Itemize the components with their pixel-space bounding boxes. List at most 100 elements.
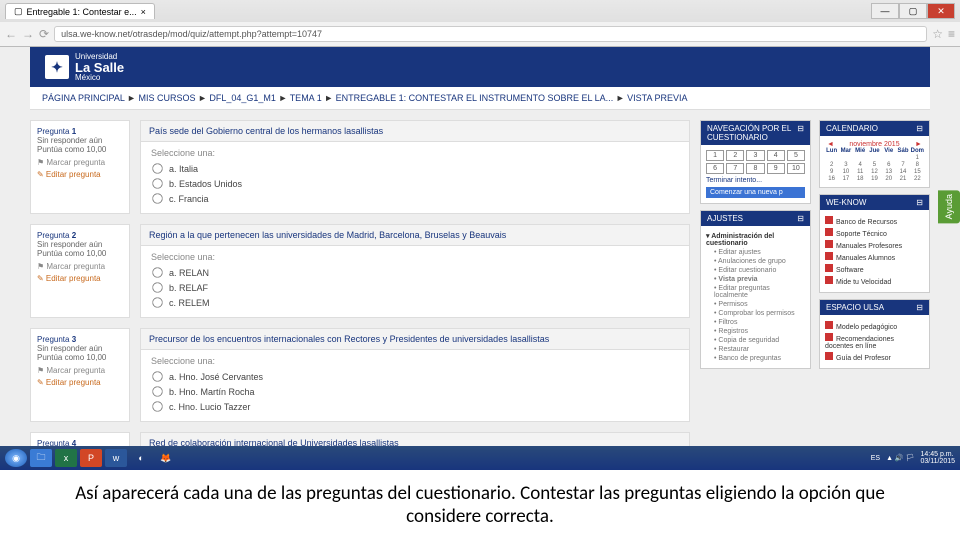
weknow-link[interactable]: Manuales Alumnos [825,251,924,263]
browser-tab[interactable]: ▢ Entregable 1: Contestar e... × [5,3,155,19]
cal-day[interactable]: 13 [882,169,895,175]
collapse-icon[interactable]: ⊟ [797,214,804,223]
settings-item[interactable]: • Vista previa [706,275,805,284]
collapse-icon[interactable]: ⊟ [797,124,804,142]
explorer-icon[interactable]: 🗀 [30,449,52,467]
cal-day[interactable]: 2 [825,162,838,168]
radio-input[interactable] [152,386,162,396]
radio-input[interactable] [152,297,162,307]
finish-attempt-link[interactable]: Terminar intento... [706,177,805,184]
quiz-nav-num[interactable]: 8 [746,163,764,174]
answer-option[interactable]: a. RELAN [151,266,679,279]
taskbar-lang[interactable]: ES [871,455,880,462]
edit-question[interactable]: ✎ Editar pregunta [37,170,123,179]
cal-day[interactable]: 12 [868,169,881,175]
cal-day[interactable]: 8 [911,162,924,168]
start-button[interactable]: ◉ [5,449,27,467]
answer-option[interactable]: a. Hno. José Cervantes [151,370,679,383]
answer-option[interactable]: c. RELEM [151,296,679,309]
cal-day[interactable]: 3 [839,162,852,168]
quiz-nav-num[interactable]: 5 [787,150,805,161]
answer-option[interactable]: b. RELAF [151,281,679,294]
crumb[interactable]: TEMA 1 [290,93,322,103]
edit-question[interactable]: ✎ Editar pregunta [37,378,123,387]
flag-question[interactable]: ⚑ Marcar pregunta [37,262,123,271]
minimize-button[interactable]: — [871,3,899,19]
cal-next[interactable]: ► [915,141,922,148]
espacio-link[interactable]: Recomendaciones docentes en líne [825,332,924,351]
cal-day[interactable]: 10 [839,169,852,175]
settings-item[interactable]: • Anulaciones de grupo [706,257,805,266]
maximize-button[interactable]: ▢ [899,3,927,19]
crumb[interactable]: MIS CURSOS [138,93,195,103]
tray-icons[interactable]: ▲ 🔊 🏳 [886,454,914,462]
settings-item[interactable]: • Permisos [706,300,805,309]
answer-option[interactable]: b. Hno. Martín Rocha [151,385,679,398]
weknow-link[interactable]: Banco de Recursos [825,215,924,227]
cal-day[interactable]: 22 [911,176,924,182]
cal-day[interactable]: 5 [868,162,881,168]
cal-day[interactable]: 21 [896,176,909,182]
radio-input[interactable] [152,282,162,292]
collapse-icon[interactable]: ⊟ [916,198,923,207]
weknow-link[interactable]: Manuales Profesores [825,239,924,251]
site-logo[interactable]: ✦ Universidad La Salle México [45,53,124,82]
quiz-nav-num[interactable]: 2 [726,150,744,161]
collapse-icon[interactable]: ⊟ [916,124,923,133]
word-icon[interactable]: w [105,449,127,467]
quiz-nav-num[interactable]: 1 [706,150,724,161]
cal-day[interactable]: 11 [854,169,867,175]
answer-option[interactable]: a. Italia [151,162,679,175]
quiz-nav-num[interactable]: 6 [706,163,724,174]
cal-day[interactable]: 4 [854,162,867,168]
menu-icon[interactable]: ≡ [948,27,955,41]
settings-item[interactable]: ▾ Administración del cuestionario [706,231,805,248]
weknow-link[interactable]: Software [825,263,924,275]
cal-day[interactable]: 18 [854,176,867,182]
settings-item[interactable]: • Filtros [706,318,805,327]
help-tab[interactable]: Ayuda [938,190,960,223]
crumb[interactable]: PÁGINA PRINCIPAL [42,93,125,103]
settings-item[interactable]: • Editar cuestionario [706,266,805,275]
cal-day[interactable]: 7 [896,162,909,168]
reload-button[interactable]: ⟳ [39,27,49,41]
new-preview-button[interactable]: Comenzar una nueva p [706,187,805,198]
radio-input[interactable] [152,163,162,173]
flag-question[interactable]: ⚑ Marcar pregunta [37,158,123,167]
quiz-nav-num[interactable]: 3 [746,150,764,161]
cal-day[interactable]: 14 [896,169,909,175]
cal-day[interactable]: 9 [825,169,838,175]
chrome-icon[interactable]: ◐ [130,449,152,467]
cal-day[interactable]: 15 [911,169,924,175]
cal-day[interactable]: 6 [882,162,895,168]
weknow-link[interactable]: Soporte Técnico [825,227,924,239]
answer-option[interactable]: c. Francia [151,192,679,205]
settings-item[interactable]: • Editar ajustes [706,248,805,257]
cal-day[interactable]: 20 [882,176,895,182]
forward-button[interactable]: → [22,27,34,41]
cal-day[interactable]: 19 [868,176,881,182]
cal-day[interactable]: 17 [839,176,852,182]
settings-item[interactable]: • Banco de preguntas [706,354,805,363]
radio-input[interactable] [152,178,162,188]
radio-input[interactable] [152,267,162,277]
collapse-icon[interactable]: ⊟ [916,303,923,312]
bookmark-icon[interactable]: ☆ [932,27,943,41]
quiz-nav-num[interactable]: 7 [726,163,744,174]
excel-icon[interactable]: x [55,449,77,467]
radio-input[interactable] [152,193,162,203]
cal-prev[interactable]: ◄ [827,141,834,148]
crumb[interactable]: ENTREGABLE 1: CONTESTAR EL INSTRUMENTO S… [336,93,614,103]
quiz-nav-num[interactable]: 10 [787,163,805,174]
answer-option[interactable]: b. Estados Unidos [151,177,679,190]
settings-item[interactable]: • Comprobar los permisos [706,309,805,318]
cal-day[interactable]: 16 [825,176,838,182]
powerpoint-icon[interactable]: P [80,449,102,467]
settings-item[interactable]: • Registros [706,327,805,336]
tab-close-icon[interactable]: × [141,7,146,17]
settings-item[interactable]: • Editar preguntas localmente [706,284,805,300]
quiz-nav-num[interactable]: 4 [767,150,785,161]
espacio-link[interactable]: Guía del Profesor [825,351,924,363]
radio-input[interactable] [152,401,162,411]
crumb[interactable]: DFL_04_G1_M1 [209,93,276,103]
